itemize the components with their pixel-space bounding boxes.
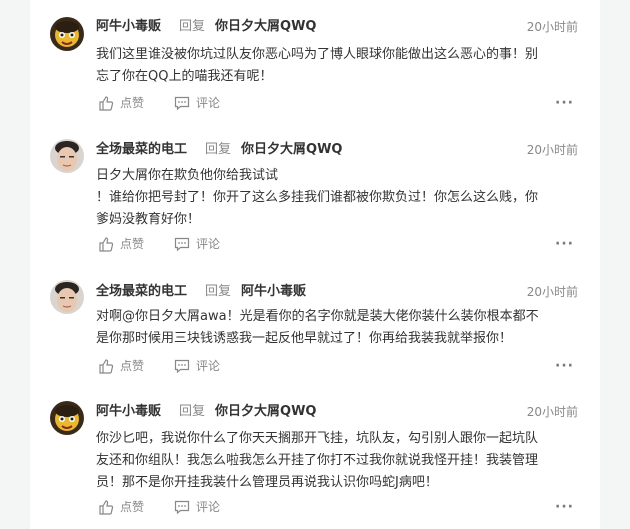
username[interactable]: 阿牛小毒贩	[96, 19, 161, 34]
timestamp: 20小时前	[526, 405, 578, 419]
like-label: 点赞	[120, 359, 145, 373]
like-button[interactable]: 点赞	[98, 356, 144, 376]
comment-header: 全场最菜的电工 回复 阿牛小毒贩 20小时前	[96, 283, 578, 301]
avatar[interactable]	[50, 280, 84, 314]
reply-label: 回复	[179, 404, 206, 419]
comment-label: 评论	[196, 500, 221, 514]
avatar[interactable]	[50, 17, 84, 51]
reply-target-username[interactable]: 阿牛小毒贩	[241, 284, 306, 299]
username[interactable]: 阿牛小毒贩	[96, 404, 161, 419]
comment-button[interactable]: 评论	[174, 497, 220, 517]
comment-actions: 点赞 评论 ···	[98, 234, 578, 254]
more-options-icon[interactable]: ···	[555, 497, 574, 517]
comment-icon	[174, 237, 190, 252]
like-button[interactable]: 点赞	[98, 93, 144, 113]
like-button[interactable]: 点赞	[98, 234, 144, 254]
comment-actions: 点赞 评论 ···	[98, 93, 578, 113]
comment-line: 是你那时候用三块钱诱惑我一起反他早就过了！你再给我装我就举报你！	[96, 331, 513, 346]
comment-text: 日夕大屑你在欺负他你给我试试 ！谁给你把号封了！你开了这么多挂我们谁都被你欺负过…	[96, 165, 576, 231]
comment-button[interactable]: 评论	[174, 234, 220, 254]
comment-icon	[174, 500, 190, 515]
comment-label: 评论	[196, 96, 221, 110]
comment-actions: 点赞 评论 ···	[98, 497, 578, 517]
comment-button[interactable]: 评论	[174, 356, 220, 376]
comment-line: 我们这里谁没被你坑过队友你恶心吗为了博人眼球你能做出这么恶心的事！别	[96, 47, 539, 62]
comment-line: 友还和你组队！我怎么啦我怎么开挂了你打不过我你就说我怪开挂！我装管理	[96, 453, 539, 468]
thumbs-up-icon	[99, 359, 114, 374]
comment-button[interactable]: 评论	[174, 93, 220, 113]
username[interactable]: 全场最菜的电工	[96, 284, 187, 299]
comment-text: 我们这里谁没被你坑过队友你恶心吗为了博人眼球你能做出这么恶心的事！别 忘了你在Q…	[96, 44, 576, 88]
like-label: 点赞	[120, 500, 145, 514]
timestamp: 20小时前	[526, 143, 578, 157]
comment-list: 阿牛小毒贩 回复 你日夕大屑QWQ 20小时前 我们这里谁没被你坑过队友你恶心吗为了…	[30, 0, 600, 529]
thumbs-up-icon	[99, 237, 114, 252]
avatar[interactable]	[50, 139, 84, 173]
reply-target-username[interactable]: 你日夕大屑QWQ	[215, 404, 316, 419]
timestamp: 20小时前	[526, 20, 578, 34]
comment-line: 你沙匕吧，我说你什么了你天天搁那开飞挂，坑队友，勾引别人跟你一起坑队	[96, 431, 539, 446]
comment-line: 日夕大屑你在欺负他你给我试试	[96, 168, 279, 183]
more-options-icon[interactable]: ···	[555, 234, 574, 254]
avatar[interactable]	[50, 401, 84, 435]
comment-text: 你沙匕吧，我说你什么了你天天搁那开飞挂，坑队友，勾引别人跟你一起坑队 友还和你组…	[96, 428, 576, 494]
comment-line: ！谁给你把号封了！你开了这么多挂我们谁都被你欺负过！你怎么这么贱，你	[96, 190, 539, 205]
comment-line: 爹妈没教育好你！	[96, 212, 201, 227]
thumbs-up-icon	[99, 500, 114, 515]
comment-text: 对啊@你日夕大屑awa！光是看你的名字你就是装大佬你装什么装你根本都不 是你那时…	[96, 306, 576, 350]
like-label: 点赞	[120, 237, 145, 251]
comment-header: 阿牛小毒贩 回复 你日夕大屑QWQ 20小时前	[96, 403, 578, 421]
comment-header: 全场最菜的电工 回复 你日夕大屑QWQ 20小时前	[96, 141, 578, 159]
comment-line: 员！那不是你开挂我装什么管理员再说我认识你吗蛇J病吧！	[96, 475, 438, 490]
thumbs-up-icon	[99, 96, 114, 111]
comment-label: 评论	[196, 237, 221, 251]
comment-icon	[174, 96, 190, 111]
comment-line: 忘了你在QQ上的喵我还有呢！	[96, 69, 273, 84]
more-options-icon[interactable]: ···	[555, 356, 574, 376]
comment-header: 阿牛小毒贩 回复 你日夕大屑QWQ 20小时前	[96, 18, 578, 36]
comment-line: 对啊@你日夕大屑awa！光是看你的名字你就是装大佬你装什么装你根本都不	[96, 309, 539, 324]
like-label: 点赞	[120, 96, 145, 110]
like-button[interactable]: 点赞	[98, 497, 144, 517]
username[interactable]: 全场最菜的电工	[96, 142, 187, 157]
comment-icon	[174, 359, 190, 374]
reply-label: 回复	[205, 284, 232, 299]
reply-label: 回复	[205, 142, 232, 157]
timestamp: 20小时前	[526, 285, 578, 299]
reply-label: 回复	[179, 19, 206, 34]
more-options-icon[interactable]: ···	[555, 93, 574, 113]
reply-target-username[interactable]: 你日夕大屑QWQ	[241, 142, 342, 157]
comment-actions: 点赞 评论 ···	[98, 356, 578, 376]
comment-label: 评论	[196, 359, 221, 373]
reply-target-username[interactable]: 你日夕大屑QWQ	[215, 19, 316, 34]
